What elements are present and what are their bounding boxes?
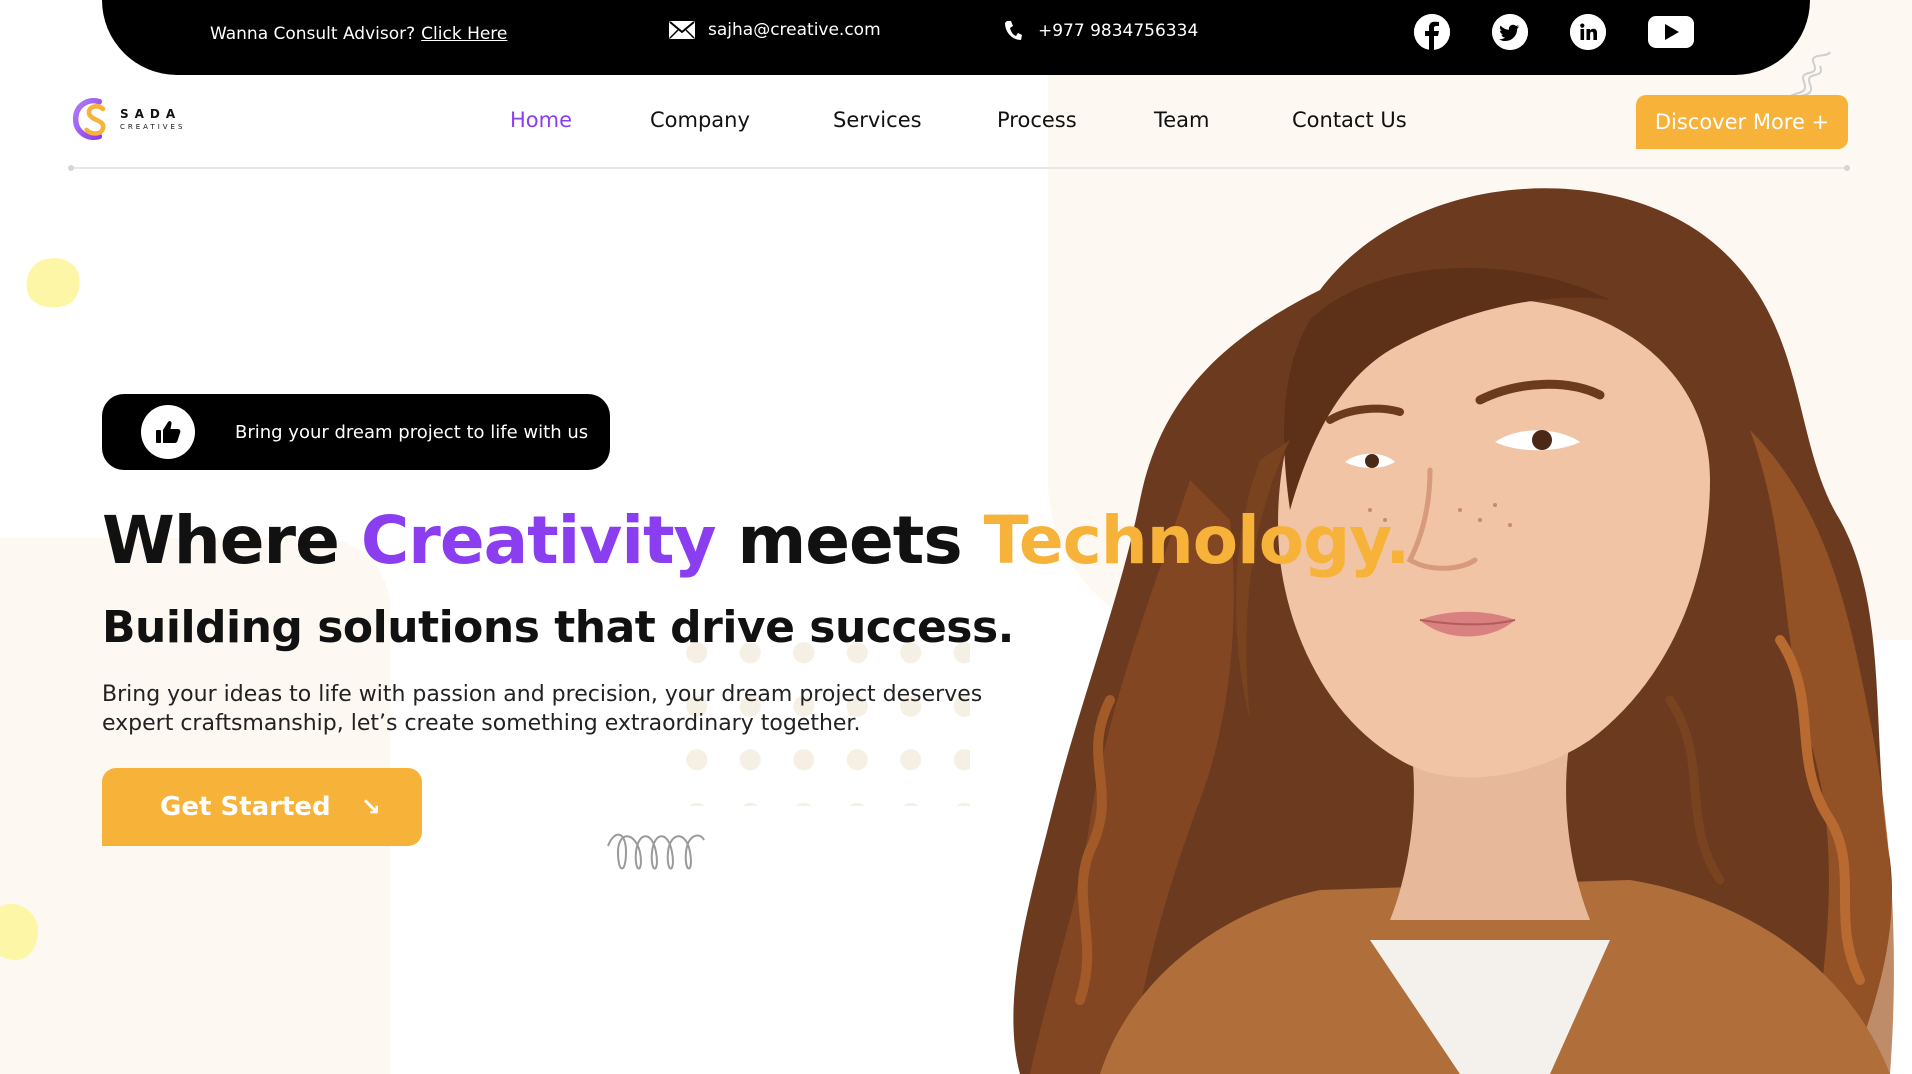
headline-part: Where <box>102 502 361 579</box>
advisor-text: Wanna Consult Advisor? <box>210 24 416 44</box>
get-started-label: Get Started <box>160 792 331 822</box>
get-started-button[interactable]: Get Started ↘ <box>102 768 422 846</box>
social-links <box>1414 14 1694 50</box>
discover-more-button[interactable]: Discover More + <box>1636 95 1848 149</box>
contact-phone[interactable]: +977 9834756334 <box>1004 20 1198 42</box>
nav-team[interactable]: Team <box>1154 108 1210 132</box>
hero-tagline-pill: Bring your dream project to life with us <box>102 394 610 470</box>
nav-home[interactable]: Home <box>510 108 572 132</box>
headline-creativity: Creativity <box>360 502 717 579</box>
hero-subheadline: Building solutions that drive success. <box>102 602 1014 653</box>
header-divider <box>68 165 1850 171</box>
advisor-prompt: Wanna Consult Advisor? Click Here <box>210 24 507 44</box>
nav-services[interactable]: Services <box>833 108 922 132</box>
twitter-icon[interactable] <box>1492 14 1528 50</box>
email-text: sajha@creative.com <box>708 20 881 40</box>
nav-contact-us[interactable]: Contact Us <box>1292 108 1407 132</box>
decorative-blob <box>20 251 86 315</box>
mail-icon <box>669 21 695 39</box>
logo-mark-icon <box>72 98 106 140</box>
nav-process[interactable]: Process <box>997 108 1077 132</box>
logo-wordmark: SADA <box>120 106 182 121</box>
decorative-coil <box>607 833 705 870</box>
hero-portrait-image <box>1013 188 1894 1074</box>
arrow-down-right-icon: ↘ <box>360 793 381 821</box>
phone-icon <box>1005 21 1022 40</box>
youtube-icon[interactable] <box>1648 16 1694 48</box>
linkedin-icon[interactable] <box>1570 14 1606 50</box>
facebook-icon[interactable] <box>1414 14 1450 50</box>
headline-part: meets <box>715 502 984 579</box>
brand-logo[interactable]: SADA CREATIVES <box>72 96 185 142</box>
logo-subtitle: CREATIVES <box>120 122 186 131</box>
thumbs-up-icon <box>141 405 195 459</box>
phone-text: +977 9834756334 <box>1038 21 1199 41</box>
contact-email[interactable]: sajha@creative.com <box>668 20 881 40</box>
headline-technology: Technology. <box>983 502 1411 579</box>
hero-description: Bring your ideas to life with passion an… <box>102 682 983 736</box>
advisor-link[interactable]: Click Here <box>421 24 507 44</box>
top-info-bar: Wanna Consult Advisor? Click Here sajha@… <box>102 0 1810 75</box>
tagline-text: Bring your dream project to life with us <box>235 421 589 443</box>
nav-company[interactable]: Company <box>650 108 750 132</box>
hero-headline: Where Creativity meets Technology. <box>102 502 1411 579</box>
